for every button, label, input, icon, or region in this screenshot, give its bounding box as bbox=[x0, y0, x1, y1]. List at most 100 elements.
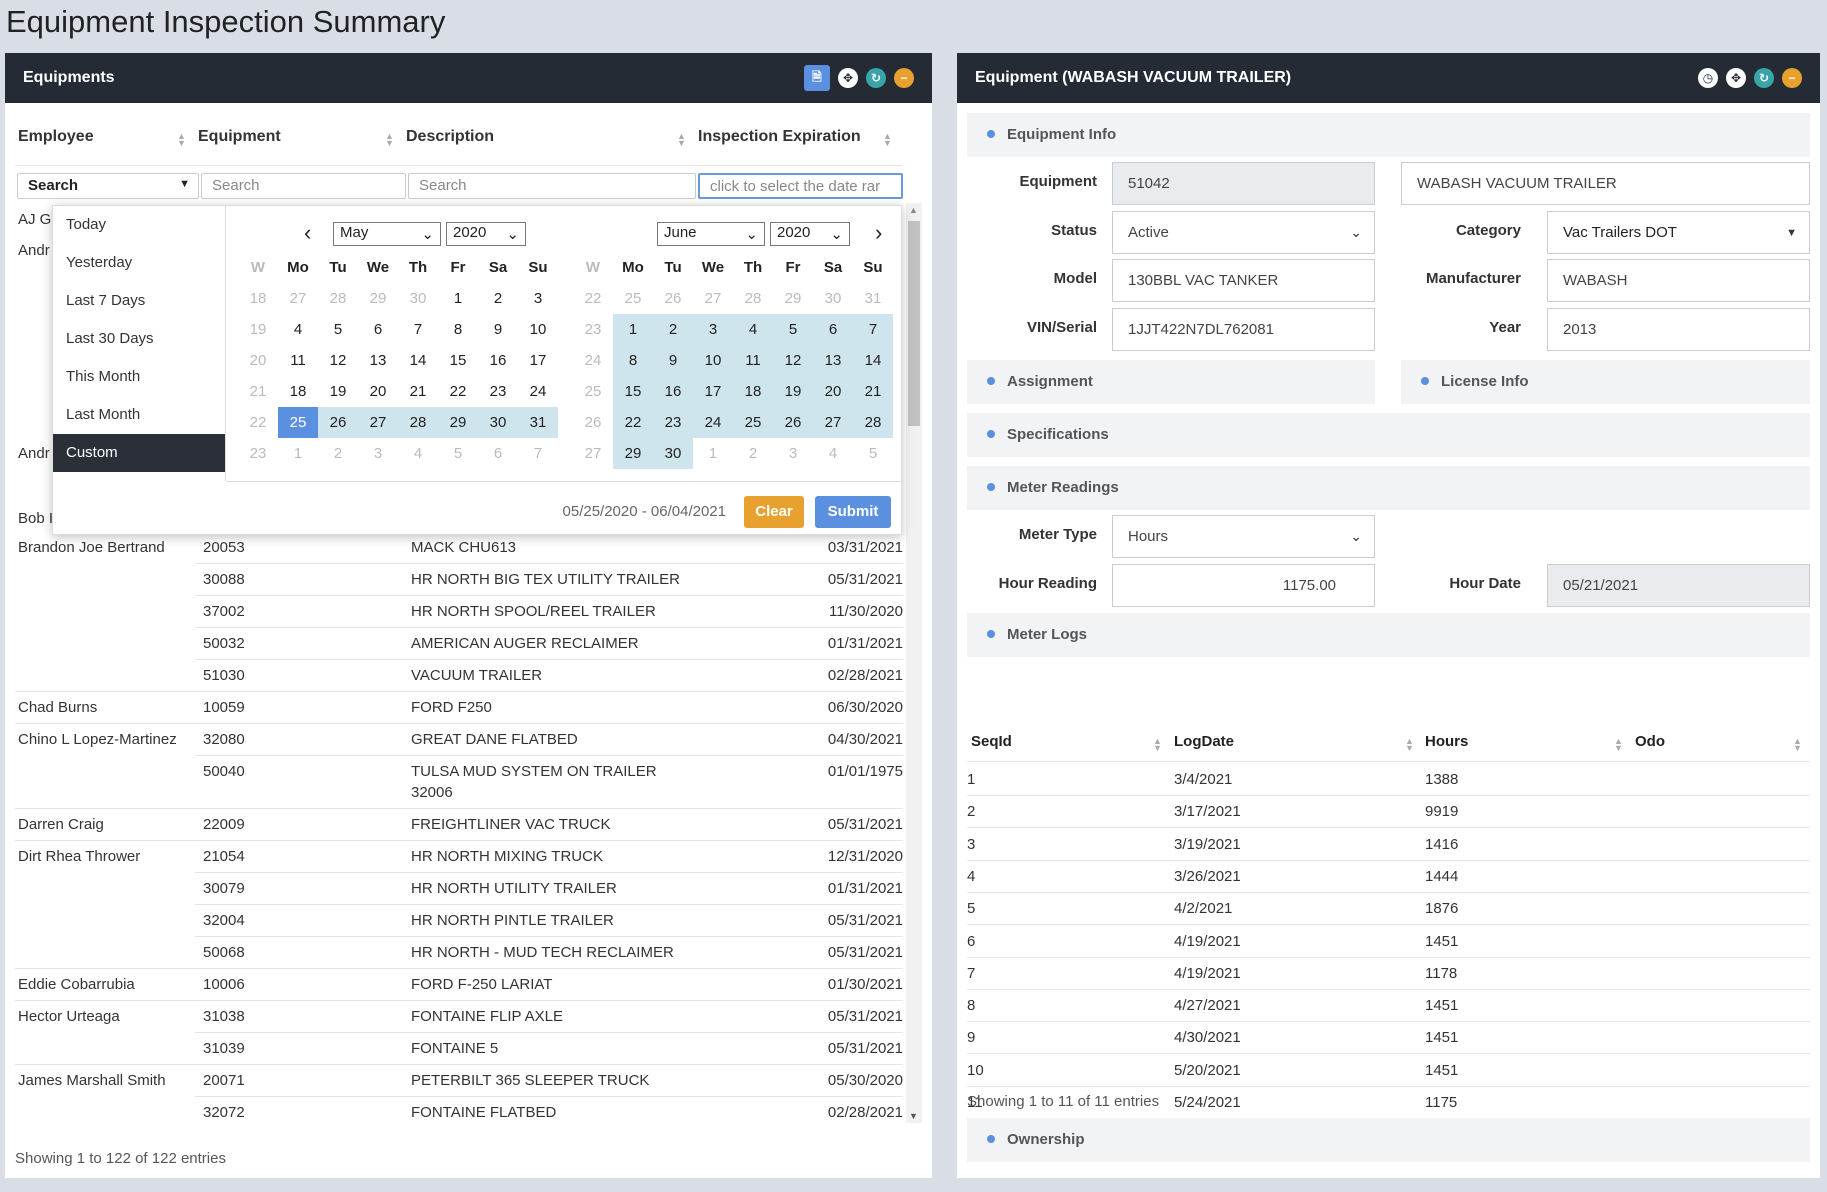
calendar-day[interactable]: 6 bbox=[358, 314, 398, 345]
calendar-day[interactable]: 13 bbox=[813, 345, 853, 376]
minimize-icon[interactable]: − bbox=[1782, 68, 1802, 88]
calendar-day[interactable]: 24 bbox=[693, 407, 733, 438]
employee-search-select[interactable]: Search ▼ bbox=[17, 173, 199, 199]
calendar-day[interactable]: 30 bbox=[653, 438, 693, 469]
section-license-info[interactable]: License Info bbox=[1401, 360, 1810, 404]
calendar-day[interactable]: 18 bbox=[733, 376, 773, 407]
calendar-day[interactable]: 15 bbox=[438, 345, 478, 376]
calendar-day[interactable]: 18 bbox=[278, 376, 318, 407]
calendar-day[interactable]: 7 bbox=[518, 438, 558, 469]
calendar-day[interactable]: 27 bbox=[358, 407, 398, 438]
year-select-right[interactable]: 2020 ⌄ bbox=[770, 222, 850, 246]
submit-button[interactable]: Submit bbox=[815, 496, 891, 528]
expand-icon[interactable]: ✥ bbox=[838, 68, 858, 88]
calendar-day[interactable]: 28 bbox=[853, 407, 893, 438]
sort-icon[interactable]: ▲ ▼ bbox=[1793, 737, 1802, 753]
section-equipment-info[interactable]: Equipment Info bbox=[967, 113, 1810, 157]
sort-icon[interactable]: ▲ ▼ bbox=[677, 132, 686, 148]
calendar-day[interactable]: 4 bbox=[813, 438, 853, 469]
calendar-day[interactable]: 29 bbox=[773, 283, 813, 314]
calendar-day[interactable]: 16 bbox=[653, 376, 693, 407]
meter-type-select[interactable]: Hours ⌄ bbox=[1112, 515, 1375, 558]
manufacturer-field[interactable]: WABASH bbox=[1547, 259, 1810, 302]
document-icon[interactable]: 🗎 bbox=[804, 65, 830, 91]
calendar-day[interactable]: 25 bbox=[278, 407, 318, 438]
calendar-day[interactable]: 5 bbox=[438, 438, 478, 469]
calendar-day[interactable]: 11 bbox=[278, 345, 318, 376]
sort-icon[interactable]: ▲ ▼ bbox=[1614, 737, 1623, 753]
scroll-thumb[interactable] bbox=[908, 221, 920, 426]
section-assignment[interactable]: Assignment bbox=[967, 360, 1375, 404]
col-odo[interactable]: Odo bbox=[1635, 733, 1665, 750]
expand-icon[interactable]: ✥ bbox=[1726, 68, 1746, 88]
section-meter-logs[interactable]: Meter Logs bbox=[967, 613, 1810, 657]
calendar-day[interactable]: 30 bbox=[813, 283, 853, 314]
refresh-icon[interactable]: ↻ bbox=[1754, 68, 1774, 88]
calendar-day[interactable]: 3 bbox=[773, 438, 813, 469]
expiration-date-input[interactable]: click to select the date rar bbox=[698, 173, 903, 199]
calendar-day[interactable]: 11 bbox=[733, 345, 773, 376]
calendar-day[interactable]: 26 bbox=[318, 407, 358, 438]
calendar-day[interactable]: 2 bbox=[733, 438, 773, 469]
calendar-day[interactable]: 2 bbox=[478, 283, 518, 314]
calendar-day[interactable]: 31 bbox=[518, 407, 558, 438]
sort-icon[interactable]: ▲ ▼ bbox=[1153, 737, 1162, 753]
calendar-day[interactable]: 12 bbox=[773, 345, 813, 376]
category-select[interactable]: Vac Trailers DOT ▼ bbox=[1547, 211, 1810, 254]
vin-field[interactable]: 1JJT422N7DL762081 bbox=[1112, 308, 1375, 351]
calendar-day[interactable]: 14 bbox=[398, 345, 438, 376]
calendar-day[interactable]: 31 bbox=[853, 283, 893, 314]
calendar-day[interactable]: 4 bbox=[398, 438, 438, 469]
col-hours[interactable]: Hours bbox=[1425, 733, 1468, 750]
calendar-day[interactable]: 7 bbox=[398, 314, 438, 345]
calendar-day[interactable]: 28 bbox=[733, 283, 773, 314]
calendar-day[interactable]: 27 bbox=[813, 407, 853, 438]
range-option-last-7-days[interactable]: Last 7 Days bbox=[53, 282, 225, 320]
range-option-last-30-days[interactable]: Last 30 Days bbox=[53, 320, 225, 358]
calendar-day[interactable]: 3 bbox=[358, 438, 398, 469]
calendar-day[interactable]: 23 bbox=[653, 407, 693, 438]
calendar-day[interactable]: 28 bbox=[398, 407, 438, 438]
year-field[interactable]: 2013 bbox=[1547, 308, 1810, 351]
calendar-day[interactable]: 27 bbox=[693, 283, 733, 314]
range-option-custom[interactable]: Custom bbox=[53, 434, 225, 472]
calendar-day[interactable]: 21 bbox=[398, 376, 438, 407]
calendar-day[interactable]: 24 bbox=[518, 376, 558, 407]
sort-icon[interactable]: ▲ ▼ bbox=[177, 132, 186, 148]
col-description[interactable]: Description bbox=[406, 128, 494, 146]
calendar-day[interactable]: 25 bbox=[733, 407, 773, 438]
calendar-day[interactable]: 22 bbox=[438, 376, 478, 407]
calendar-day[interactable]: 2 bbox=[653, 314, 693, 345]
range-option-this-month[interactable]: This Month bbox=[53, 358, 225, 396]
calendar-day[interactable]: 20 bbox=[813, 376, 853, 407]
calendar-day[interactable]: 1 bbox=[613, 314, 653, 345]
calendar-day[interactable]: 5 bbox=[318, 314, 358, 345]
section-meter-readings[interactable]: Meter Readings bbox=[967, 466, 1810, 510]
calendar-day[interactable]: 25 bbox=[613, 283, 653, 314]
calendar-day[interactable]: 2 bbox=[318, 438, 358, 469]
calendar-day[interactable]: 1 bbox=[278, 438, 318, 469]
col-seqid[interactable]: SeqId bbox=[971, 733, 1012, 750]
calendar-day[interactable]: 9 bbox=[653, 345, 693, 376]
calendar-day[interactable]: 7 bbox=[853, 314, 893, 345]
calendar-day[interactable]: 30 bbox=[478, 407, 518, 438]
refresh-icon[interactable]: ↻ bbox=[866, 68, 886, 88]
calendar-day[interactable]: 6 bbox=[813, 314, 853, 345]
month-select-right[interactable]: June ⌄ bbox=[657, 222, 765, 246]
calendar-day[interactable]: 29 bbox=[438, 407, 478, 438]
year-select-left[interactable]: 2020 ⌄ bbox=[446, 222, 526, 246]
clear-button[interactable]: Clear bbox=[744, 496, 804, 528]
calendar-day[interactable]: 4 bbox=[278, 314, 318, 345]
calendar-day[interactable]: 28 bbox=[318, 283, 358, 314]
month-select-left[interactable]: May ⌄ bbox=[333, 222, 441, 246]
calendar-day[interactable]: 19 bbox=[773, 376, 813, 407]
calendar-day[interactable]: 23 bbox=[478, 376, 518, 407]
sort-icon[interactable]: ▲ ▼ bbox=[385, 132, 394, 148]
equipment-search-input[interactable]: Search bbox=[201, 173, 406, 199]
col-logdate[interactable]: LogDate bbox=[1174, 733, 1234, 750]
model-field[interactable]: 130BBL VAC TANKER bbox=[1112, 259, 1375, 302]
calendar-day[interactable]: 5 bbox=[853, 438, 893, 469]
calendar-day[interactable]: 10 bbox=[518, 314, 558, 345]
range-option-last-month[interactable]: Last Month bbox=[53, 396, 225, 434]
sort-icon[interactable]: ▲ ▼ bbox=[1405, 737, 1414, 753]
